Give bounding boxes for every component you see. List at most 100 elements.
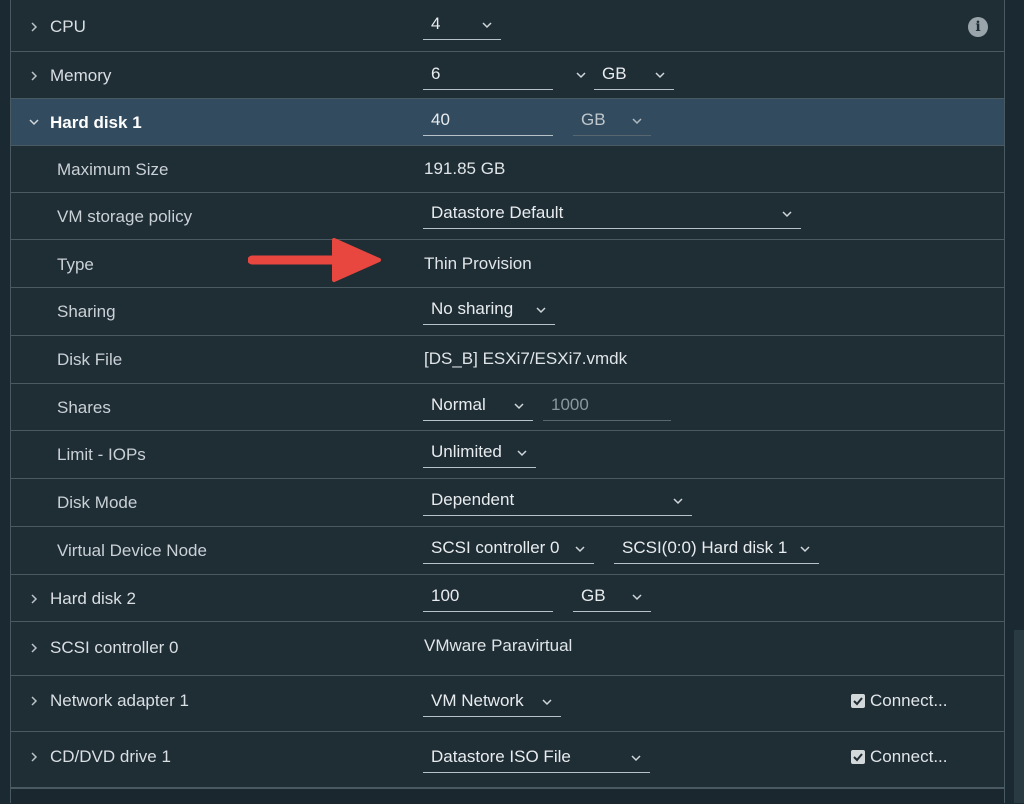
disk-mode-value: Dependent xyxy=(431,490,515,509)
device-controller-value: SCSI controller 0 xyxy=(431,538,560,557)
hard-disk-1-size: 40 xyxy=(431,110,450,129)
network-connect-checkbox[interactable]: Connect... xyxy=(851,691,948,711)
memory-unit-select[interactable]: GB xyxy=(594,62,674,90)
row-type: Type Thin Provision xyxy=(11,240,1004,288)
row-label-shares: Shares xyxy=(57,398,111,417)
row-cd-dvd: CD/DVD drive 1 Datastore ISO File Connec… xyxy=(11,732,1004,788)
hard-disk-2-unit-select[interactable]: GB xyxy=(573,584,651,612)
storage-policy-value: Datastore Default xyxy=(431,203,564,222)
row-max-size: Maximum Size 191.85 GB xyxy=(11,146,1004,193)
disk-mode-select[interactable]: Dependent xyxy=(423,488,692,516)
storage-policy-select[interactable]: Datastore Default xyxy=(423,201,801,229)
chevron-down-icon xyxy=(799,543,811,555)
row-label-type: Type xyxy=(57,255,94,274)
chevron-down-icon xyxy=(630,752,642,764)
row-scsi-controller: SCSI controller 0 VMware Paravirtual xyxy=(11,622,1004,676)
scsi-controller-value: VMware Paravirtual xyxy=(424,636,573,655)
chevron-right-icon[interactable] xyxy=(29,22,39,32)
row-label-sharing: Sharing xyxy=(57,302,116,321)
chevron-down-icon xyxy=(781,208,793,220)
row-label-network-adapter: Network adapter 1 xyxy=(50,691,189,710)
memory-value: 6 xyxy=(431,64,441,83)
chevron-right-icon[interactable] xyxy=(29,594,39,604)
row-network-adapter: Network adapter 1 VM Network Connect... xyxy=(11,676,1004,732)
chevron-down-icon xyxy=(672,495,684,507)
cpu-select[interactable]: 4 xyxy=(423,12,501,40)
row-limit-iops: Limit - IOPs Unlimited xyxy=(11,431,1004,479)
memory-step-chevron[interactable] xyxy=(563,62,593,90)
row-label-scsi-controller: SCSI controller 0 xyxy=(50,638,179,657)
device-controller-select[interactable]: SCSI controller 0 xyxy=(423,536,594,564)
cpu-value: 4 xyxy=(431,14,441,33)
shares-number-input[interactable]: 1000 xyxy=(543,393,671,421)
row-label-cd-dvd: CD/DVD drive 1 xyxy=(50,747,171,766)
row-label-max-size: Maximum Size xyxy=(57,160,169,179)
row-shares: Shares Normal 1000 xyxy=(11,384,1004,431)
hard-disk-1-unit: GB xyxy=(581,110,606,129)
row-memory: Memory 6 GB xyxy=(11,52,1004,99)
chevron-down-icon xyxy=(654,69,666,81)
chevron-down-icon xyxy=(535,304,547,316)
chevron-right-icon[interactable] xyxy=(29,71,39,81)
chevron-down-icon xyxy=(631,115,643,127)
cd-dvd-connect-label: Connect... xyxy=(870,747,948,766)
row-label-limit-iops: Limit - IOPs xyxy=(57,445,146,464)
row-label-hard-disk-2: Hard disk 2 xyxy=(50,589,136,608)
red-arrow-annotation xyxy=(248,238,381,282)
network-value: VM Network xyxy=(431,691,524,710)
row-label-disk-mode: Disk Mode xyxy=(57,493,138,512)
checkbox-checked-icon xyxy=(851,750,865,764)
row-label-storage-policy: VM storage policy xyxy=(57,207,193,226)
row-label-hard-disk-1: Hard disk 1 xyxy=(50,113,142,132)
chevron-right-icon[interactable] xyxy=(29,696,39,706)
panel-bottom-edge xyxy=(11,788,1004,804)
row-label-virtual-device-node: Virtual Device Node xyxy=(57,541,207,560)
checkbox-checked-icon xyxy=(851,694,865,708)
row-hard-disk-2: Hard disk 2 100 GB xyxy=(11,575,1004,622)
sharing-select[interactable]: No sharing xyxy=(423,297,555,325)
row-storage-policy: VM storage policy Datastore Default xyxy=(11,193,1004,240)
row-label-disk-file: Disk File xyxy=(57,350,123,369)
network-connect-label: Connect... xyxy=(870,691,948,710)
cd-dvd-value: Datastore ISO File xyxy=(431,747,571,766)
row-disk-file: Disk File [DS_B] ESXi7/ESXi7.vmdk xyxy=(11,336,1004,384)
hard-disk-2-size-input[interactable]: 100 xyxy=(423,584,553,612)
chevron-down-icon xyxy=(516,447,528,459)
row-label-memory: Memory xyxy=(50,66,112,85)
chevron-down-icon xyxy=(541,696,553,708)
chevron-right-icon[interactable] xyxy=(29,643,39,653)
max-size-value: 191.85 GB xyxy=(424,159,506,178)
memory-unit: GB xyxy=(602,64,627,83)
row-cpu: CPU 4 i xyxy=(11,0,1004,52)
chevron-down-icon xyxy=(574,543,586,555)
chevron-down-icon xyxy=(481,19,493,31)
shares-select[interactable]: Normal xyxy=(423,393,533,421)
cd-dvd-select[interactable]: Datastore ISO File xyxy=(423,745,650,773)
row-label-cpu: CPU xyxy=(50,17,86,36)
row-hard-disk-1: Hard disk 1 40 GB xyxy=(11,99,1004,146)
scrollbar[interactable] xyxy=(1014,630,1024,803)
chevron-right-icon[interactable] xyxy=(29,752,39,762)
cd-dvd-connect-checkbox[interactable]: Connect... xyxy=(851,747,948,767)
limit-iops-select[interactable]: Unlimited xyxy=(423,440,536,468)
hard-disk-2-unit: GB xyxy=(581,586,606,605)
memory-input[interactable]: 6 xyxy=(423,62,553,90)
device-node-value: SCSI(0:0) Hard disk 1 xyxy=(622,538,788,557)
type-value: Thin Provision xyxy=(424,254,532,273)
disk-file-value: [DS_B] ESXi7/ESXi7.vmdk xyxy=(424,349,628,368)
row-virtual-device-node: Virtual Device Node SCSI controller 0 SC… xyxy=(11,527,1004,575)
chevron-down-icon xyxy=(513,400,525,412)
vm-hardware-panel: CPU 4 i Memory 6 GB Hard disk 1 40 GB Ma… xyxy=(10,0,1005,804)
row-sharing: Sharing No sharing xyxy=(11,288,1004,336)
chevron-down-icon xyxy=(575,69,587,81)
chevron-down-icon[interactable] xyxy=(29,117,39,127)
chevron-down-icon xyxy=(631,591,643,603)
row-disk-mode: Disk Mode Dependent xyxy=(11,479,1004,527)
hard-disk-2-size: 100 xyxy=(431,586,460,605)
device-node-select[interactable]: SCSI(0:0) Hard disk 1 xyxy=(614,536,819,564)
hard-disk-1-unit-select[interactable]: GB xyxy=(573,108,651,136)
network-select[interactable]: VM Network xyxy=(423,689,561,717)
limit-iops-value: Unlimited xyxy=(431,442,502,461)
info-icon[interactable]: i xyxy=(968,17,988,37)
hard-disk-1-size-input[interactable]: 40 xyxy=(423,108,553,136)
